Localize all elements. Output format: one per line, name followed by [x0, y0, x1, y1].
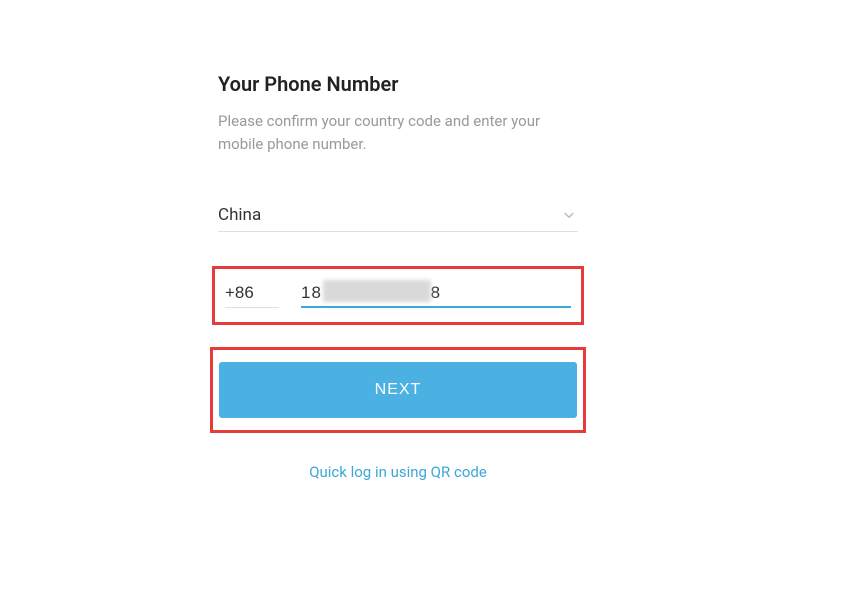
page-title: Your Phone Number: [218, 72, 578, 96]
country-selector[interactable]: China: [218, 205, 578, 232]
phone-number-wrap: [301, 283, 571, 308]
redacted-overlay: [323, 280, 431, 302]
phone-input-row: [225, 283, 571, 308]
country-code-wrap: [225, 283, 279, 308]
country-label: China: [218, 205, 261, 225]
page-subtitle: Please confirm your country code and ent…: [218, 110, 578, 155]
chevron-down-icon: [560, 206, 578, 224]
next-highlight-box: NEXT: [210, 347, 586, 433]
qr-login-link[interactable]: Quick log in using QR code: [218, 463, 578, 481]
country-code-input[interactable]: [225, 283, 279, 303]
login-phone-panel: Your Phone Number Please confirm your co…: [218, 0, 578, 481]
next-button[interactable]: NEXT: [219, 362, 577, 418]
phone-highlight-box: [212, 266, 584, 325]
